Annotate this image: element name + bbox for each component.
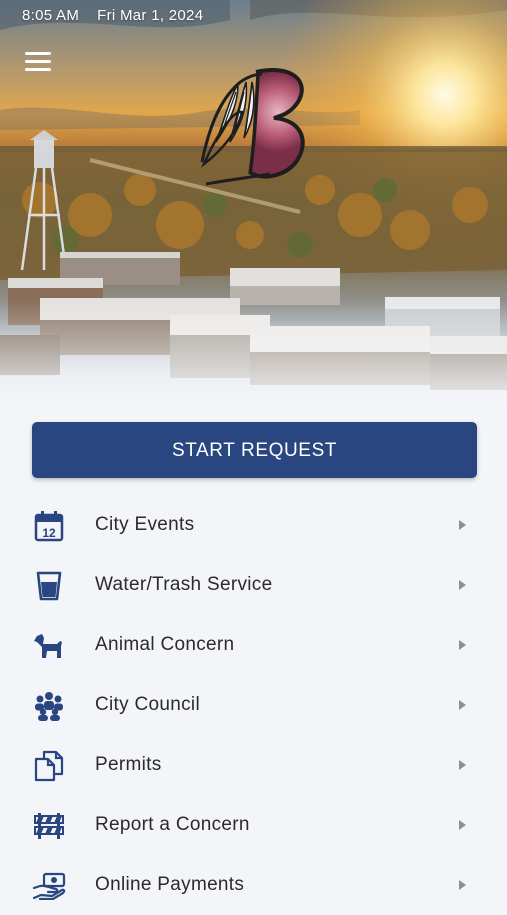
menu-item-label: Animal Concern <box>95 634 235 655</box>
status-time: 8:05 AM <box>22 7 80 24</box>
menu-item-animal-concern[interactable]: Animal Concern <box>0 615 507 675</box>
payment-hand-icon <box>32 869 66 903</box>
menu-item-water-trash[interactable]: Water/Trash Service <box>0 555 507 615</box>
documents-icon <box>32 749 66 783</box>
svg-text:12: 12 <box>42 526 56 540</box>
chevron-right-icon <box>459 760 466 770</box>
menu-item-online-payments[interactable]: Online Payments <box>0 855 507 915</box>
menu-item-label: Permits <box>95 754 162 775</box>
start-request-button[interactable]: START REQUEST <box>32 422 477 478</box>
status-date: Fri Mar 1, 2024 <box>97 7 204 24</box>
dog-icon <box>32 629 66 663</box>
calendar-icon: 12 <box>32 509 66 543</box>
menu-item-report-concern[interactable]: Report a Concern <box>0 795 507 855</box>
menu-item-permits[interactable]: Permits <box>0 735 507 795</box>
water-cup-icon <box>32 569 66 603</box>
status-bar: 8:05 AM Fri Mar 1, 2024 <box>22 7 203 24</box>
menu-item-label: Report a Concern <box>95 814 250 835</box>
chevron-right-icon <box>459 700 466 710</box>
hamburger-menu-icon[interactable] <box>25 50 55 74</box>
menu-item-label: Water/Trash Service <box>95 574 273 595</box>
menu-item-city-council[interactable]: City Council <box>0 675 507 735</box>
menu-list: 12 City Events Water/Trash Service Anima… <box>0 495 507 915</box>
menu-item-label: City Council <box>95 694 200 715</box>
chevron-right-icon <box>459 640 466 650</box>
city-logo <box>198 62 316 186</box>
chevron-right-icon <box>459 880 466 890</box>
chevron-right-icon <box>459 520 466 530</box>
menu-item-city-events[interactable]: 12 City Events <box>0 495 507 555</box>
barricade-icon <box>32 809 66 843</box>
chevron-right-icon <box>459 580 466 590</box>
group-people-icon <box>32 689 66 723</box>
menu-item-label: City Events <box>95 514 195 535</box>
chevron-right-icon <box>459 820 466 830</box>
menu-item-label: Online Payments <box>95 874 245 895</box>
